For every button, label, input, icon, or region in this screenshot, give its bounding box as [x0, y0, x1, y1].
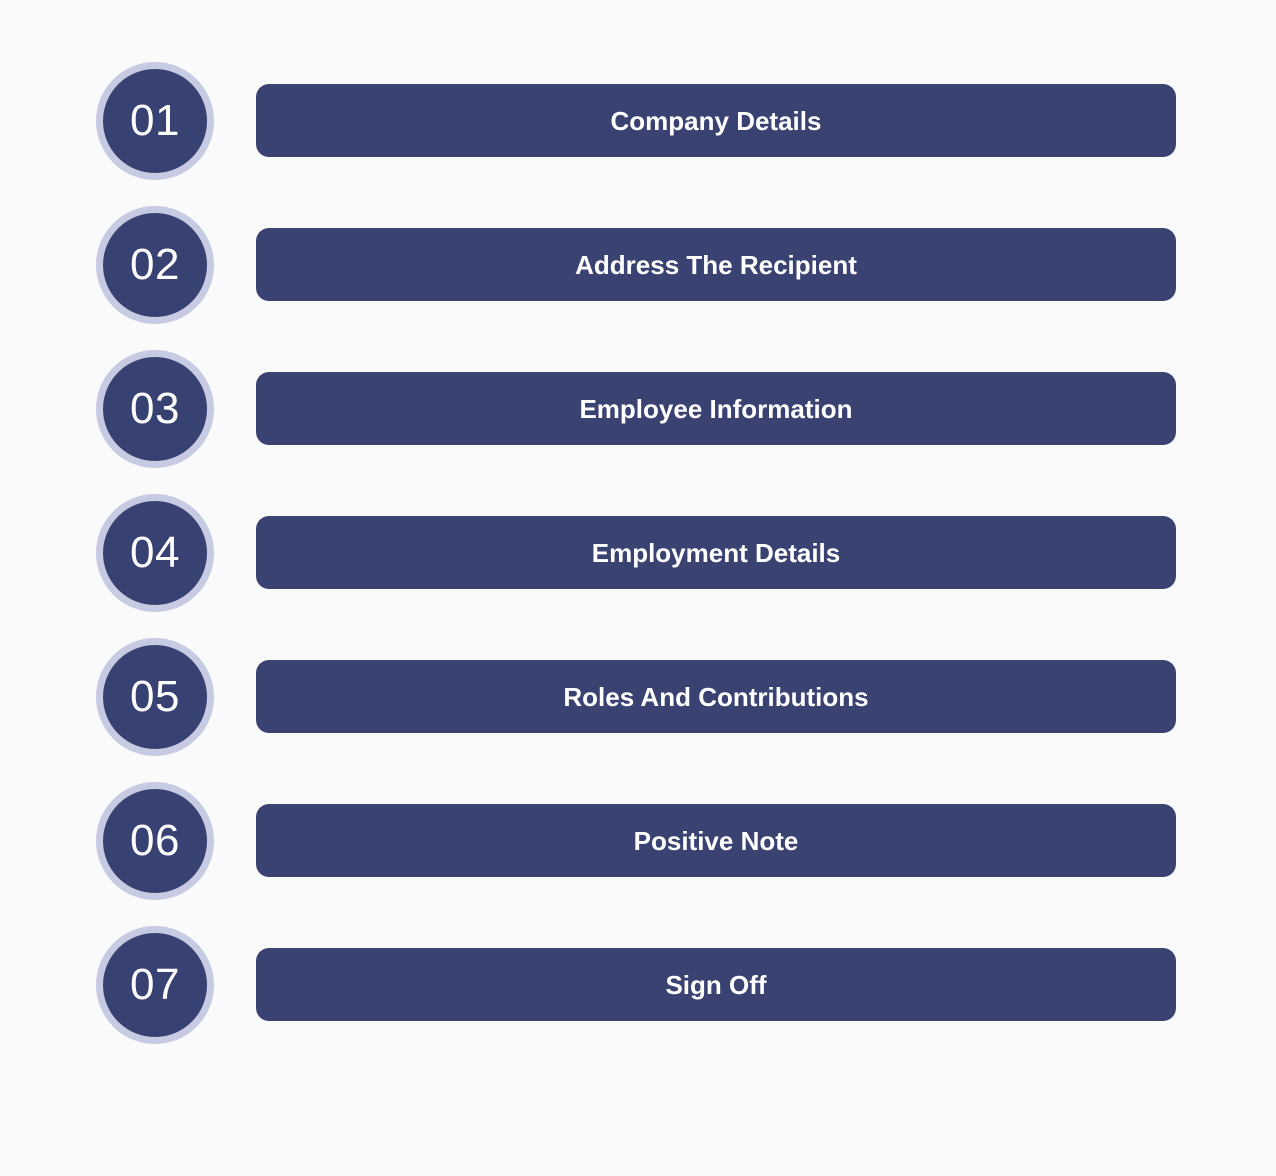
list-item[interactable]: 05 Roles And Contributions: [96, 637, 1176, 756]
step-badge-07: 07: [96, 925, 214, 1044]
step-bar-07[interactable]: Sign Off: [256, 948, 1176, 1021]
list-item[interactable]: 01 Company Details: [96, 61, 1176, 180]
step-label: Positive Note: [633, 825, 799, 856]
step-number: 05: [130, 671, 180, 721]
steps-list: 01 Company Details 02 Address The Recipi…: [0, 0, 1276, 1176]
step-number: 07: [130, 959, 180, 1009]
step-badge-05: 05: [96, 637, 214, 756]
step-badge-02: 02: [96, 205, 214, 324]
step-number: 02: [130, 239, 180, 289]
step-bar-04[interactable]: Employment Details: [256, 516, 1176, 589]
list-item[interactable]: 02 Address The Recipient: [96, 205, 1176, 324]
list-item[interactable]: 04 Employment Details: [96, 493, 1176, 612]
step-bar-03[interactable]: Employee Information: [256, 372, 1176, 445]
list-item[interactable]: 03 Employee Information: [96, 349, 1176, 468]
step-badge-03: 03: [96, 349, 214, 468]
step-label: Sign Off: [665, 969, 767, 1000]
step-label: Employee Information: [579, 393, 853, 424]
step-bar-05[interactable]: Roles And Contributions: [256, 660, 1176, 733]
step-label: Employment Details: [591, 537, 841, 568]
list-item[interactable]: 07 Sign Off: [96, 925, 1176, 1044]
step-number: 04: [130, 527, 180, 577]
step-bar-01[interactable]: Company Details: [256, 84, 1176, 157]
step-bar-06[interactable]: Positive Note: [256, 804, 1176, 877]
step-label: Address The Recipient: [575, 249, 857, 280]
step-bar-02[interactable]: Address The Recipient: [256, 228, 1176, 301]
step-number: 06: [130, 815, 180, 865]
step-number: 03: [130, 383, 180, 433]
list-item[interactable]: 06 Positive Note: [96, 781, 1176, 900]
step-label: Company Details: [610, 105, 822, 136]
step-badge-06: 06: [96, 781, 214, 900]
step-number: 01: [130, 95, 180, 145]
step-badge-01: 01: [96, 61, 214, 180]
step-label: Roles And Contributions: [563, 681, 869, 712]
step-badge-04: 04: [96, 493, 214, 612]
